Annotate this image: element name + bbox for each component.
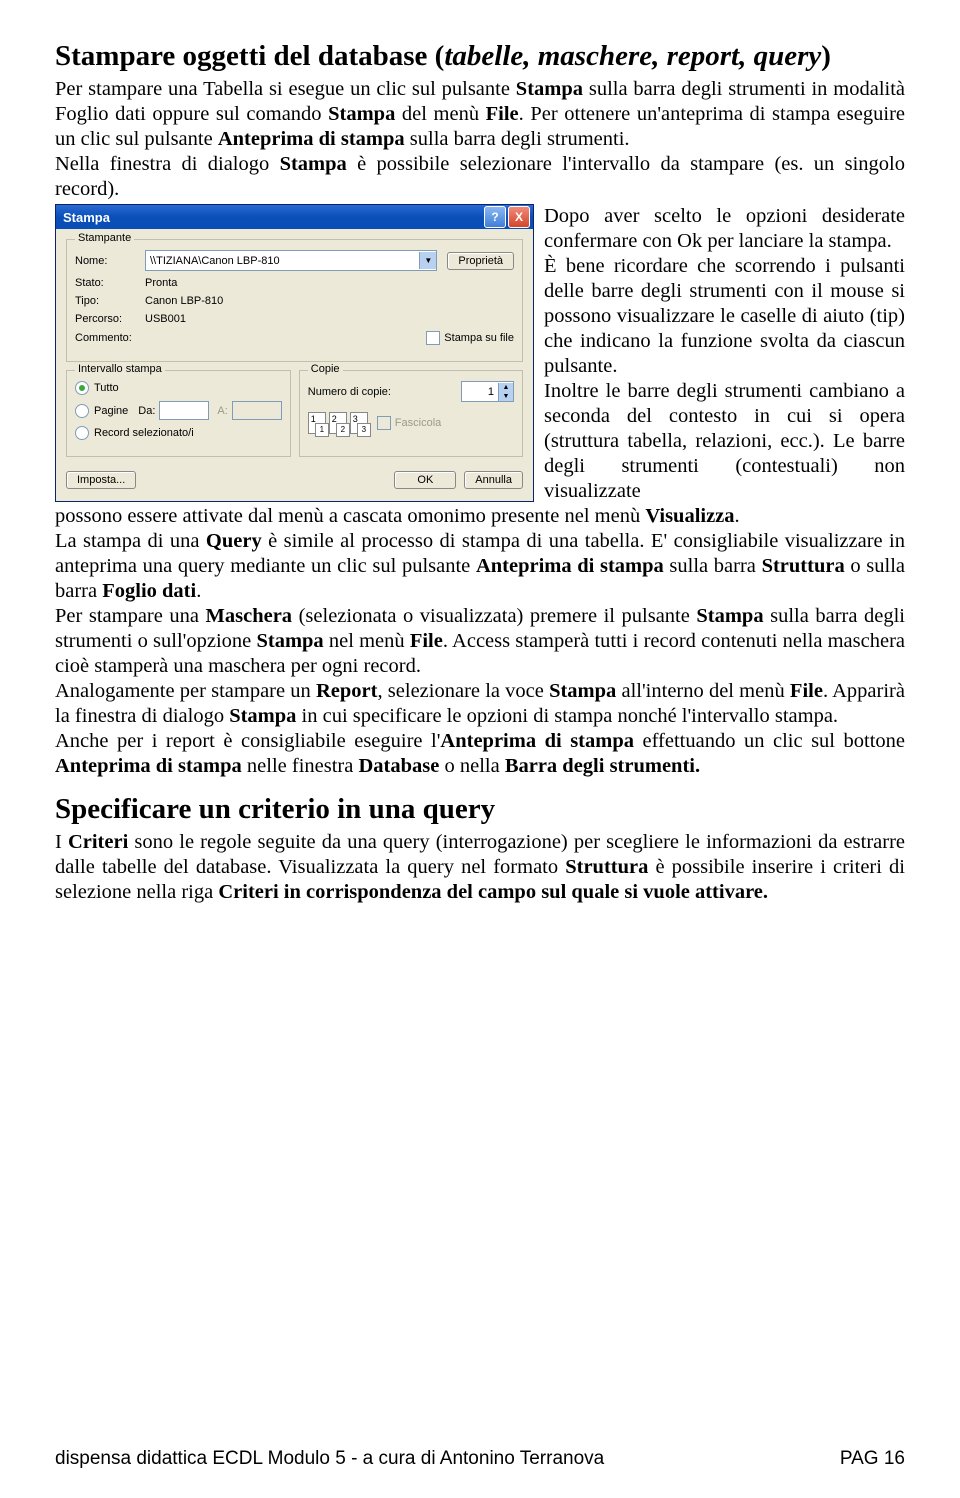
copies-spinner[interactable]: 1 ▲▼ — [461, 381, 514, 402]
type-label: Tipo: — [75, 295, 145, 307]
collate-checkbox — [377, 416, 391, 430]
dialog-title: Stampa — [59, 210, 110, 225]
radio-all-label: Tutto — [94, 382, 119, 394]
comment-label: Commento: — [75, 332, 145, 344]
footer-right: PAG 16 — [840, 1448, 905, 1470]
collate-label: Fascicola — [395, 417, 441, 429]
printer-combo-value: \\TIZIANA\Canon LBP-810 — [150, 255, 280, 267]
paragraph-3: possono essere attivate dal menù a casca… — [55, 504, 905, 779]
close-button[interactable]: X — [508, 206, 530, 228]
radio-pages[interactable] — [75, 404, 89, 418]
name-label: Nome: — [75, 255, 145, 267]
setup-button[interactable]: Imposta... — [66, 471, 136, 489]
path-label: Percorso: — [75, 313, 145, 325]
printer-groupbox: Stampante Nome: \\TIZIANA\Canon LBP-810 … — [66, 239, 523, 362]
radio-pages-label: Pagine — [94, 405, 128, 417]
help-button[interactable]: ? — [484, 206, 506, 228]
copies-label: Numero di copie: — [308, 386, 391, 398]
range-legend: Intervallo stampa — [75, 363, 165, 375]
from-label: Da: — [138, 405, 155, 417]
chevron-down-icon[interactable]: ▼ — [419, 252, 436, 269]
paragraph-right: Dopo aver scelto le opzioni desiderate c… — [544, 204, 905, 504]
to-input — [232, 401, 282, 420]
properties-button[interactable]: Proprietà — [447, 252, 514, 270]
radio-all[interactable] — [75, 381, 89, 395]
to-label: A: — [217, 405, 227, 417]
copies-groupbox: Copie Numero di copie: 1 ▲▼ — [299, 370, 523, 457]
paragraph-1: Per stampare una Tabella si esegue un cl… — [55, 77, 905, 152]
print-to-file-checkbox[interactable] — [426, 331, 440, 345]
copies-value: 1 — [462, 386, 498, 398]
from-input[interactable] — [159, 401, 209, 420]
spinner-up-icon[interactable]: ▲ — [498, 383, 513, 392]
heading-print-objects: Stampare oggetti del database (tabelle, … — [55, 40, 905, 73]
footer-left: dispensa didattica ECDL Modulo 5 - a cur… — [55, 1448, 604, 1470]
state-value: Pronta — [145, 277, 177, 289]
radio-selected[interactable] — [75, 426, 89, 440]
range-groupbox: Intervallo stampa Tutto Pagine Da: A: Re… — [66, 370, 291, 457]
copies-legend: Copie — [308, 363, 343, 375]
radio-selected-label: Record selezionato/i — [94, 427, 194, 439]
type-value: Canon LBP-810 — [145, 295, 223, 307]
path-value: USB001 — [145, 313, 186, 325]
dialog-titlebar: Stampa ? X — [56, 205, 533, 229]
cancel-button[interactable]: Annulla — [464, 471, 523, 489]
collate-icon: 123 — [308, 412, 371, 434]
print-dialog: Stampa ? X Stampante Nome: \\TIZIANA\Can… — [55, 204, 534, 502]
printer-legend: Stampante — [75, 232, 134, 244]
paragraph-4: I Criteri sono le regole seguite da una … — [55, 830, 905, 905]
ok-button[interactable]: OK — [394, 471, 456, 489]
heading-criteria: Specificare un criterio in una query — [55, 793, 905, 826]
state-label: Stato: — [75, 277, 145, 289]
printer-combo[interactable]: \\TIZIANA\Canon LBP-810 ▼ — [145, 250, 437, 271]
paragraph-2: Nella finestra di dialogo Stampa è possi… — [55, 152, 905, 202]
print-to-file-label: Stampa su file — [444, 332, 514, 344]
spinner-down-icon[interactable]: ▼ — [498, 392, 513, 401]
